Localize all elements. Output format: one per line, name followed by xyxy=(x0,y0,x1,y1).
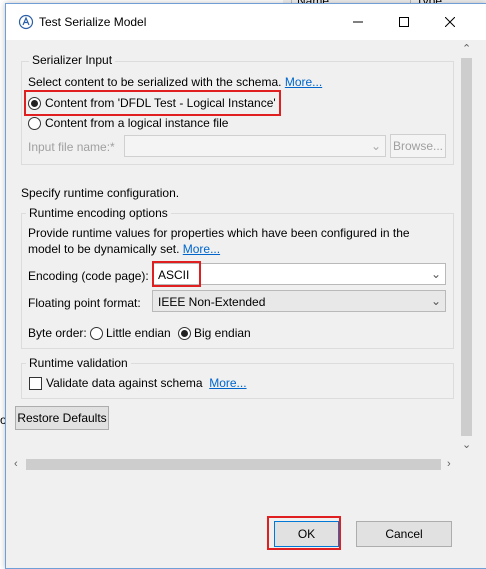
byte-order-label: Byte order: xyxy=(28,326,87,340)
validate-checkbox-label: Validate data against schema More... xyxy=(46,376,247,390)
encoding-combo[interactable]: ASCII ⌄ xyxy=(152,263,446,285)
scroll-down-icon[interactable]: ⌄ xyxy=(462,440,471,451)
close-icon xyxy=(445,17,455,27)
minimize-icon xyxy=(353,21,363,23)
radio-big-endian-label[interactable]: Big endian xyxy=(194,326,251,340)
validation-more-link[interactable]: More... xyxy=(209,376,246,390)
vertical-scrollbar[interactable]: ⌃ ⌄ xyxy=(458,40,475,456)
horizontal-scrollbar[interactable]: ‹ › xyxy=(11,456,458,473)
minimize-button[interactable] xyxy=(335,4,381,40)
serializer-more-link[interactable]: More... xyxy=(285,75,322,89)
maximize-button[interactable] xyxy=(381,4,427,40)
floating-point-combo[interactable]: IEEE Non-Extended ⌄ xyxy=(152,290,446,312)
validate-label-text[interactable]: Validate data against schema xyxy=(46,376,203,390)
radio-big-endian[interactable] xyxy=(178,327,191,340)
chevron-down-icon: ⌄ xyxy=(430,267,441,281)
scrollable-content: Serializer Input Select content to be se… xyxy=(12,45,467,413)
browse-button[interactable]: Browse... xyxy=(390,134,446,158)
radio-content-file[interactable] xyxy=(28,117,41,130)
encoding-description-line1: Provide runtime values for properties wh… xyxy=(28,226,410,240)
restore-defaults-button[interactable]: Restore Defaults xyxy=(15,406,109,430)
title-bar[interactable]: Test Serialize Model xyxy=(6,4,486,40)
runtime-validation-title: Runtime validation xyxy=(26,356,131,370)
horizontal-scroll-thumb[interactable] xyxy=(26,459,441,470)
close-button[interactable] xyxy=(427,4,473,40)
dialog-title: Test Serialize Model xyxy=(39,15,147,29)
encoding-description-line2: model to be dynamically set. More... xyxy=(28,242,220,256)
encoding-description-text: model to be dynamically set. xyxy=(28,242,180,256)
input-file-combo[interactable]: ⌄ xyxy=(124,135,386,157)
encoding-more-link[interactable]: More... xyxy=(183,242,220,256)
vertical-scroll-thumb[interactable] xyxy=(461,58,472,436)
dfdl-app-icon xyxy=(18,14,34,30)
runtime-heading: Specify runtime configuration. xyxy=(21,186,180,200)
cancel-button[interactable]: Cancel xyxy=(356,521,452,547)
maximize-icon xyxy=(399,17,409,27)
encoding-label: Encoding (code page): xyxy=(28,269,149,283)
serializer-input-title: Serializer Input xyxy=(29,53,116,67)
scroll-right-icon[interactable]: › xyxy=(447,459,451,470)
test-serialize-dialog: Test Serialize Model Serializer Input Se… xyxy=(5,3,486,569)
chevron-down-icon: ⌄ xyxy=(370,139,381,153)
radio-content-instance[interactable] xyxy=(28,97,41,110)
radio-content-instance-label[interactable]: Content from 'DFDL Test - Logical Instan… xyxy=(45,96,276,110)
encoding-value: ASCII xyxy=(158,268,190,282)
radio-little-endian[interactable] xyxy=(90,327,103,340)
serializer-description: Select content to be serialized with the… xyxy=(28,75,322,89)
ok-button[interactable]: OK xyxy=(274,521,339,547)
scroll-left-icon[interactable]: ‹ xyxy=(14,459,18,470)
runtime-encoding-title: Runtime encoding options xyxy=(26,206,171,220)
validate-checkbox[interactable] xyxy=(29,377,42,390)
floating-point-label: Floating point format: xyxy=(28,296,141,310)
input-file-label: Input file name:* xyxy=(28,140,115,154)
serializer-description-text: Select content to be serialized with the… xyxy=(28,75,282,89)
radio-content-file-label[interactable]: Content from a logical instance file xyxy=(45,116,228,130)
floating-point-value: IEEE Non-Extended xyxy=(158,295,266,309)
chevron-down-icon: ⌄ xyxy=(430,294,441,308)
scroll-up-icon[interactable]: ⌃ xyxy=(462,44,471,55)
radio-little-endian-label[interactable]: Little endian xyxy=(106,326,171,340)
